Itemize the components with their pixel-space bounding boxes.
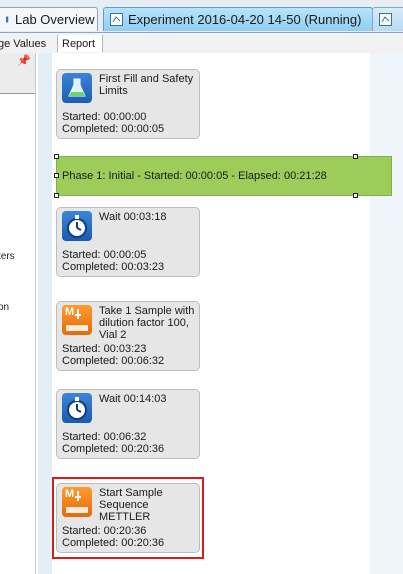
left-panel: 📌 ters on [0, 53, 36, 574]
step-completed: Completed: 00:06:32 [62, 355, 165, 367]
step-times: Started: 00:00:05 Completed: 00:03:23 [62, 249, 164, 273]
step-started: Started: 00:06:32 [62, 431, 147, 443]
step-completed: Completed: 00:20:36 [62, 443, 165, 455]
left-panel-item[interactable]: on [0, 302, 9, 313]
timeline-strip [38, 53, 52, 574]
sub-tab-bar: ge Values Report [0, 32, 403, 54]
resize-handle[interactable] [353, 193, 358, 198]
pin-icon[interactable]: 📌 [17, 54, 31, 67]
experiment-icon [379, 13, 392, 26]
flask-icon [62, 73, 92, 103]
experiment-timeline: First Fill and Safety Limits Started: 00… [36, 53, 403, 574]
selection-highlight [52, 477, 204, 559]
tab-experiment[interactable]: Experiment 2016-04-20 14-50 (Running) [103, 7, 373, 31]
resize-handle[interactable] [353, 154, 358, 159]
tab-label: Report [62, 37, 96, 50]
document-tab-bar: Lab Overview Experiment 2016-04-20 14-50… [0, 0, 403, 32]
phase-label: Phase 1: Initial - Started: 00:00:05 - E… [62, 170, 327, 182]
tab-label: Lab Overview [15, 12, 95, 27]
step-title: Wait 00:03:18 [99, 211, 167, 223]
step-card[interactable]: Wait 00:14:03 Started: 00:06:32 Complete… [56, 389, 200, 459]
step-card[interactable]: Wait 00:03:18 Started: 00:00:05 Complete… [56, 207, 200, 277]
tab-report[interactable]: Report [57, 35, 103, 52]
stopwatch-icon [62, 393, 92, 423]
step-card[interactable]: M Take 1 Sample with dilution factor 100… [56, 301, 200, 371]
step-completed: Completed: 00:00:05 [62, 123, 165, 135]
tab-lab-overview[interactable]: Lab Overview [0, 7, 98, 31]
step-started: Started: 00:03:23 [62, 343, 147, 355]
step-title: Wait 00:14:03 [99, 393, 167, 405]
step-times: Started: 00:00:00 Completed: 00:00:05 [62, 111, 164, 135]
step-started: Started: 00:00:05 [62, 249, 147, 261]
tab-label: ge Values [0, 37, 47, 50]
tab-values[interactable]: ge Values [0, 35, 56, 52]
step-card[interactable]: First Fill and Safety Limits Started: 00… [56, 69, 200, 139]
step-started: Started: 00:00:00 [62, 111, 147, 123]
resize-handle[interactable] [54, 173, 59, 178]
right-strip [370, 53, 403, 574]
lab-overview-icon [6, 16, 9, 23]
stopwatch-icon [62, 211, 92, 241]
sampler-icon: M [62, 305, 92, 335]
tab-next[interactable] [372, 7, 403, 31]
tab-label: Experiment 2016-04-20 14-50 (Running) [128, 12, 362, 27]
step-title: First Fill and Safety Limits [99, 73, 194, 97]
phase-bar[interactable]: Phase 1: Initial - Started: 00:00:05 - E… [56, 156, 392, 196]
experiment-icon [110, 13, 123, 26]
step-title: Take 1 Sample with dilution factor 100, … [99, 305, 195, 341]
left-panel-header: 📌 [0, 53, 35, 94]
resize-handle[interactable] [54, 154, 59, 159]
resize-handle[interactable] [54, 193, 59, 198]
step-times: Started: 00:06:32 Completed: 00:20:36 [62, 431, 164, 455]
step-times: Started: 00:03:23 Completed: 00:06:32 [62, 343, 164, 367]
left-panel-item[interactable]: ters [0, 251, 15, 262]
step-completed: Completed: 00:03:23 [62, 261, 165, 273]
